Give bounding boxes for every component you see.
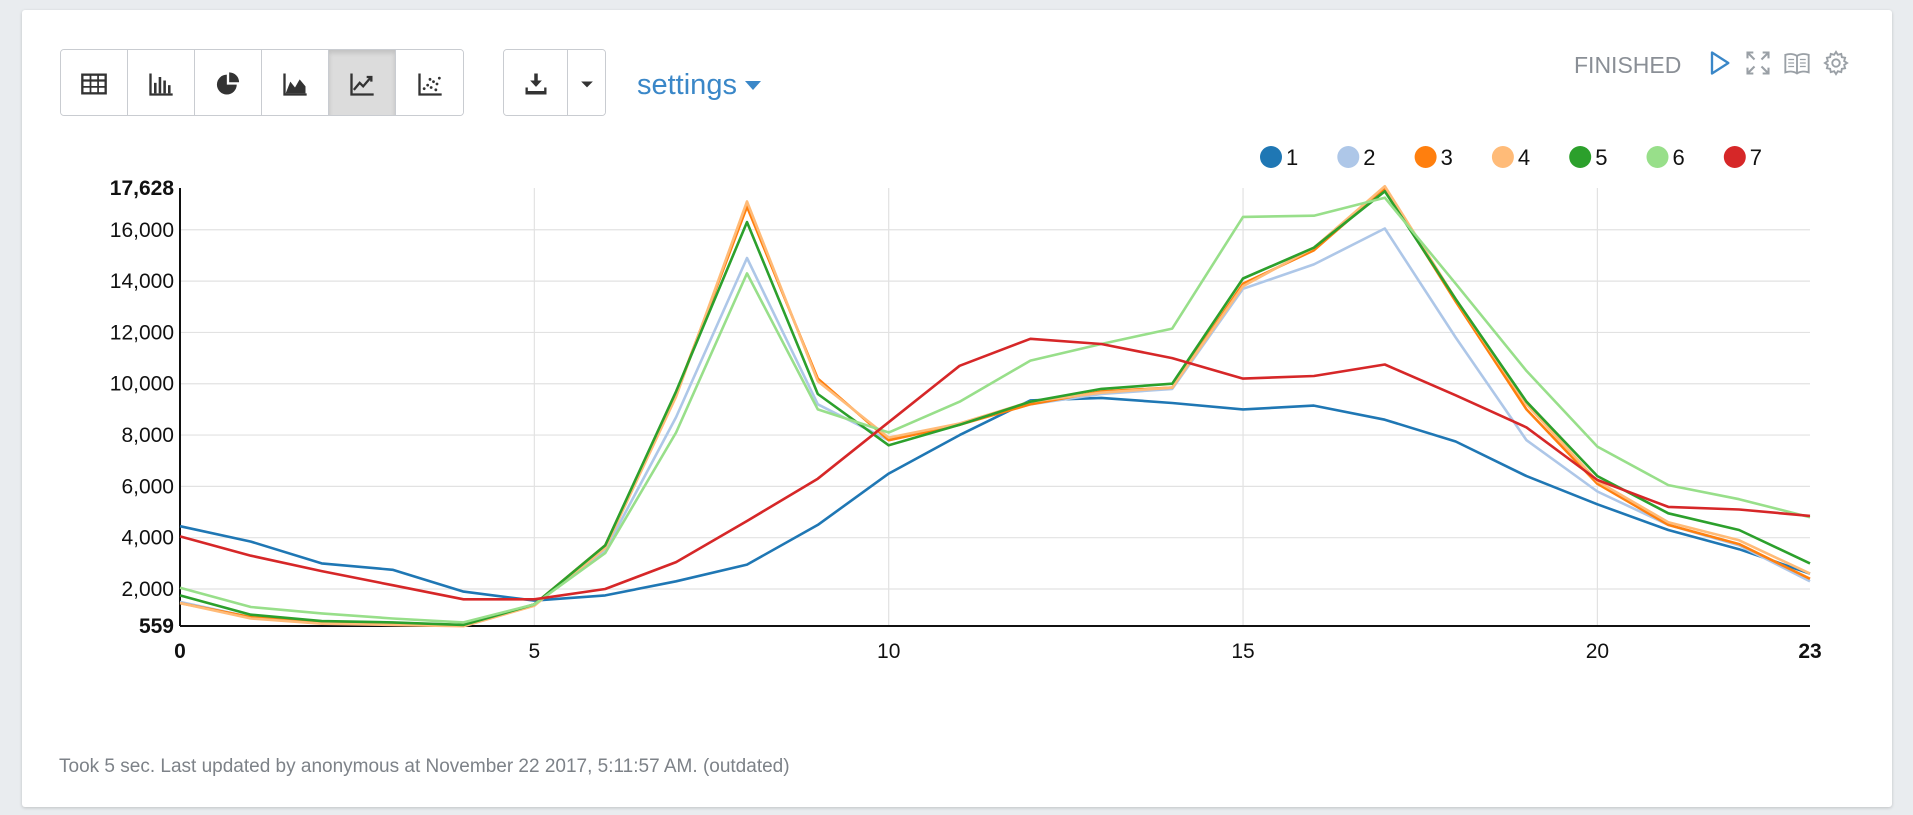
paragraph-footer-status: Took 5 sec. Last updated by anonymous at… bbox=[59, 756, 790, 777]
y-tick-label: 12,000 bbox=[110, 321, 174, 344]
legend-label: 3 bbox=[1441, 145, 1453, 170]
legend-label: 5 bbox=[1595, 145, 1607, 170]
legend-item-3[interactable]: 3 bbox=[1414, 145, 1453, 170]
legend-item-2[interactable]: 2 bbox=[1337, 145, 1376, 170]
y-tick-label: 17,628 bbox=[110, 177, 175, 200]
legend-label: 6 bbox=[1673, 145, 1685, 170]
paragraph-panel: settings FINISHED 559 2,000 4,000 6,000 8,00… bbox=[22, 10, 1892, 807]
legend-swatch bbox=[1646, 146, 1669, 168]
y-tick-label: 6,000 bbox=[121, 475, 174, 498]
legend-item-6[interactable]: 6 bbox=[1646, 145, 1685, 170]
y-tick-label: 8,000 bbox=[121, 424, 174, 447]
series-line-4 bbox=[179, 184, 1811, 628]
legend-swatch bbox=[1491, 146, 1514, 168]
y-tick-label: 16,000 bbox=[110, 219, 174, 242]
series-line-6 bbox=[179, 196, 1811, 624]
y-tick-label: 4,000 bbox=[121, 527, 174, 550]
legend-swatch bbox=[1414, 146, 1437, 168]
x-tick-label: 5 bbox=[529, 640, 541, 663]
y-tick-label: 10,000 bbox=[110, 373, 174, 396]
legend-label: 1 bbox=[1286, 145, 1298, 170]
series-line-1 bbox=[179, 396, 1811, 602]
series-line-2 bbox=[179, 227, 1811, 627]
x-tick-label: 23 bbox=[1798, 640, 1821, 663]
legend-item-5[interactable]: 5 bbox=[1569, 145, 1607, 170]
legend-label: 7 bbox=[1750, 145, 1762, 170]
legend-item-4[interactable]: 4 bbox=[1491, 145, 1530, 170]
y-tick-label: 14,000 bbox=[110, 270, 174, 293]
series-line-3 bbox=[179, 187, 1811, 627]
legend-swatch bbox=[1337, 146, 1360, 168]
y-tick-label: 559 bbox=[139, 615, 174, 638]
legend-swatch bbox=[1260, 146, 1282, 168]
x-tick-label: 20 bbox=[1586, 640, 1609, 663]
legend-swatch bbox=[1723, 146, 1746, 168]
legend-item-1[interactable]: 1 bbox=[1260, 145, 1298, 170]
legend-swatch bbox=[1569, 146, 1592, 168]
x-tick-label: 15 bbox=[1231, 640, 1254, 663]
line-chart: 559 2,000 4,000 6,000 8,000 10,000 12,000 14,00… bbox=[110, 145, 1822, 663]
x-tick-label: 0 bbox=[174, 640, 186, 663]
x-tick-label: 10 bbox=[877, 640, 900, 663]
legend-label: 2 bbox=[1363, 145, 1375, 170]
series-line-5 bbox=[179, 190, 1811, 627]
legend-label: 4 bbox=[1518, 145, 1530, 170]
legend-item-7[interactable]: 7 bbox=[1723, 145, 1762, 170]
y-tick-label: 2,000 bbox=[121, 578, 174, 601]
